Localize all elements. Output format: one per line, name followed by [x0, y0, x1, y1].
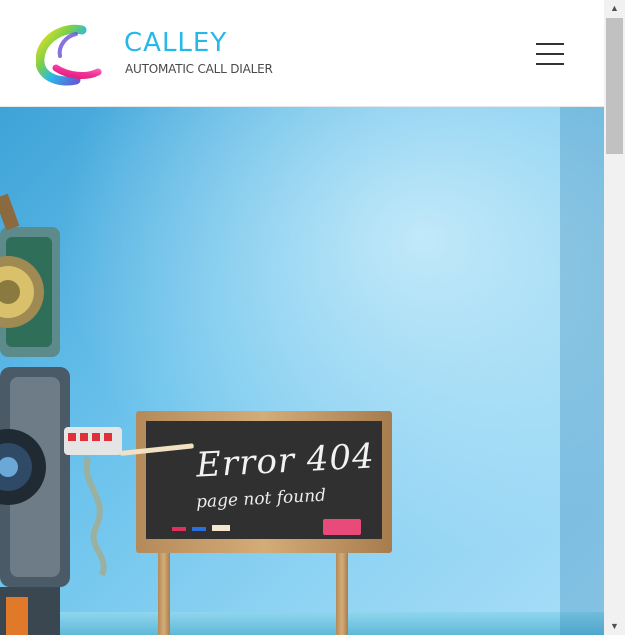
- vertical-scrollbar[interactable]: ▲ ▼: [604, 0, 625, 635]
- hamburger-icon: [536, 43, 564, 45]
- scroll-down-arrow-icon[interactable]: ▼: [604, 618, 625, 635]
- brand-name: CALLEY: [124, 28, 228, 58]
- calley-logo-link[interactable]: CALLEY AUTOMATIC CALL DIALER: [36, 24, 306, 86]
- robot-chalkboard-illustration: [0, 107, 604, 635]
- site-header: CALLEY AUTOMATIC CALL DIALER: [0, 0, 604, 107]
- brand-tagline: AUTOMATIC CALL DIALER: [125, 62, 273, 76]
- hero-404-image: Error 404 page not found: [0, 107, 604, 635]
- scrollbar-thumb[interactable]: [606, 18, 623, 154]
- page: CALLEY AUTOMATIC CALL DIALER Error 404 p…: [0, 0, 625, 635]
- calley-logo-icon: [36, 24, 102, 86]
- scroll-up-arrow-icon[interactable]: ▲: [604, 0, 625, 17]
- hamburger-menu-button[interactable]: [533, 40, 567, 68]
